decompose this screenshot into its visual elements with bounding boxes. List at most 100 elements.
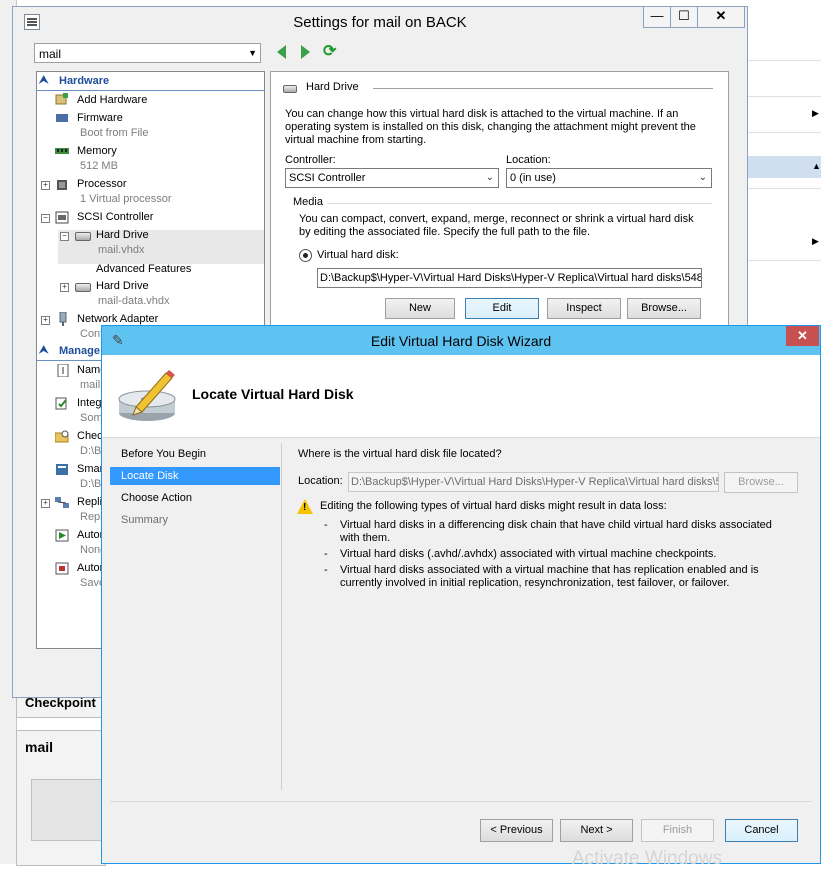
browse-button[interactable]: Browse... [627, 298, 701, 319]
integration-services-icon [55, 397, 69, 410]
footer-divider [110, 801, 812, 802]
settings-title-bar[interactable]: Settings for mail on BACK — ☐ ✕ [13, 7, 747, 37]
add-hardware-icon [55, 93, 69, 105]
tree-item-checkpoints-detail: D:\B [80, 445, 102, 457]
warning-icon: ! [297, 499, 313, 514]
tree-item-smart-paging[interactable]: Smar [77, 463, 103, 475]
wizard-location-input[interactable]: D:\Backup$\Hyper-V\Virtual Hard Disks\Hy… [348, 472, 719, 492]
scsi-controller-icon [55, 211, 69, 224]
warning-bullet: - Virtual hard disks in a differencing di… [324, 519, 772, 544]
expand-icon[interactable]: + [41, 316, 50, 325]
chevron-down-icon: ⌄ [698, 172, 707, 183]
tree-item-hard-drive-detail: mail-data.vhdx [98, 295, 170, 307]
controller-dropdown[interactable]: SCSI Controller ⌄ [285, 168, 499, 188]
wizard-step-choose-action[interactable]: Choose Action [110, 489, 280, 507]
tree-item-add-hardware[interactable]: Add Hardware [77, 94, 147, 106]
new-button[interactable]: New [385, 298, 455, 319]
collapse-icon[interactable]: − [60, 232, 69, 241]
tree-item-hard-drive[interactable]: Hard Drive [96, 280, 149, 292]
processor-icon [55, 178, 69, 190]
checkpoints-folder-icon [54, 430, 69, 443]
group-divider [373, 88, 713, 89]
expand-icon[interactable]: + [41, 181, 50, 190]
back-arrow-icon[interactable] [277, 45, 286, 59]
tree-item-hard-drive-detail: mail.vhdx [98, 244, 145, 256]
vhd-path-input[interactable]: D:\Backup$\Hyper-V\Virtual Hard Disks\Hy… [317, 268, 702, 288]
warning-bullet: - Virtual hard disks associated with a vi… [324, 564, 759, 589]
tree-item-scsi-controller[interactable]: SCSI Controller [77, 211, 153, 223]
tree-item-advanced-features[interactable]: Advanced Features [96, 263, 191, 275]
virtual-hard-disk-radio[interactable] [299, 249, 312, 262]
media-description: You can compact, convert, expand, merge,… [299, 213, 694, 238]
host-collapse-arrow-icon[interactable]: ▲ [812, 161, 821, 171]
hard-drive-icon [283, 85, 297, 93]
close-button[interactable]: ✕ [697, 7, 745, 28]
automatic-start-icon [55, 529, 69, 542]
location-question: Where is the virtual hard disk file loca… [298, 448, 502, 460]
wizard-step-summary: Summary [121, 514, 169, 526]
disk-edit-icon [114, 369, 180, 429]
cancel-button[interactable]: Cancel [725, 819, 798, 842]
automatic-stop-icon [55, 562, 69, 575]
previous-button[interactable]: < Previous [480, 819, 553, 842]
maximize-button[interactable]: ☐ [670, 7, 698, 28]
host-selected-row[interactable] [748, 156, 821, 178]
wizard-step-locate-disk[interactable]: Locate Disk [110, 467, 280, 485]
virtual-hard-disk-radio-label[interactable]: Virtual hard disk: [317, 249, 399, 261]
inspect-button[interactable]: Inspect [547, 298, 621, 319]
wizard-title-bar[interactable]: ✎ Edit Virtual Hard Disk Wizard ✕ [102, 326, 820, 355]
edit-button[interactable]: Edit [465, 298, 539, 319]
wizard-page-heading: Locate Virtual Hard Disk [192, 386, 354, 402]
wizard-title: Edit Virtual Hard Disk Wizard [370, 333, 552, 349]
forward-arrow-icon[interactable] [301, 45, 310, 59]
tree-item-firmware[interactable]: Firmware [77, 112, 123, 124]
hard-drive-group-title: Hard Drive [306, 81, 359, 93]
vm-selector-dropdown[interactable]: mail ▼ [34, 43, 261, 63]
activation-watermark: Activate Windows [572, 848, 722, 869]
host-expand-arrow-icon[interactable]: ▶ [812, 236, 819, 247]
vm-thumbnail [31, 779, 107, 841]
firmware-icon [55, 112, 69, 124]
tree-item-automatic-start[interactable]: Autor [77, 529, 103, 541]
expand-icon[interactable]: + [60, 283, 69, 292]
next-button[interactable]: Next > [560, 819, 633, 842]
hard-drive-icon [75, 232, 91, 241]
expand-icon[interactable]: + [41, 499, 50, 508]
tree-item-integration-services[interactable]: Integ [77, 397, 101, 409]
hard-drive-icon [75, 283, 91, 292]
attachment-description: You can change how this virtual hard dis… [285, 108, 696, 146]
tree-item-network-detail: Conf [80, 328, 104, 340]
refresh-icon[interactable]: ⟳ [323, 44, 339, 60]
location-dropdown[interactable]: 0 (in use) ⌄ [506, 168, 712, 188]
tree-item-hard-drive[interactable]: Hard Drive [96, 229, 149, 241]
tree-item-processor-detail: 1 Virtual processor [80, 193, 172, 205]
chevron-down-icon: ⌄ [485, 172, 494, 183]
data-loss-warning: Editing the following types of virtual h… [320, 500, 667, 512]
finish-button: Finish [641, 819, 714, 842]
tree-item-processor[interactable]: Processor [77, 178, 127, 190]
vm-details-panel: mail [16, 730, 107, 866]
tree-item-network-adapter[interactable]: Network Adapter [77, 313, 158, 325]
tree-item-memory-detail: 512 MB [80, 160, 118, 172]
name-icon [57, 363, 71, 378]
collapse-chevron-icon: ⮝ [39, 344, 49, 356]
controller-label: Controller: [285, 154, 336, 166]
wizard-step-before-you-begin[interactable]: Before You Begin [110, 445, 280, 463]
replication-icon [55, 496, 69, 508]
tree-item-name-detail: mail [80, 379, 101, 391]
hardware-section-header[interactable]: ⮝ Hardware [37, 74, 264, 91]
collapse-chevron-icon: ⮝ [39, 74, 49, 86]
network-adapter-icon [57, 311, 71, 326]
memory-icon [55, 146, 69, 158]
wizard-close-button[interactable]: ✕ [786, 326, 819, 346]
smart-paging-icon [55, 463, 69, 475]
minimize-button[interactable]: — [643, 7, 671, 28]
tree-item-memory[interactable]: Memory [77, 145, 117, 157]
tree-item-automatic-stop[interactable]: Autor [77, 562, 103, 574]
location-label: Location: [506, 154, 551, 166]
wizard-header: Locate Virtual Hard Disk [102, 355, 820, 437]
host-expand-arrow-icon[interactable]: ▶ [812, 108, 819, 119]
collapse-icon[interactable]: − [41, 214, 50, 223]
header-divider [102, 437, 820, 438]
wizard-browse-button[interactable]: Browse... [724, 472, 798, 493]
